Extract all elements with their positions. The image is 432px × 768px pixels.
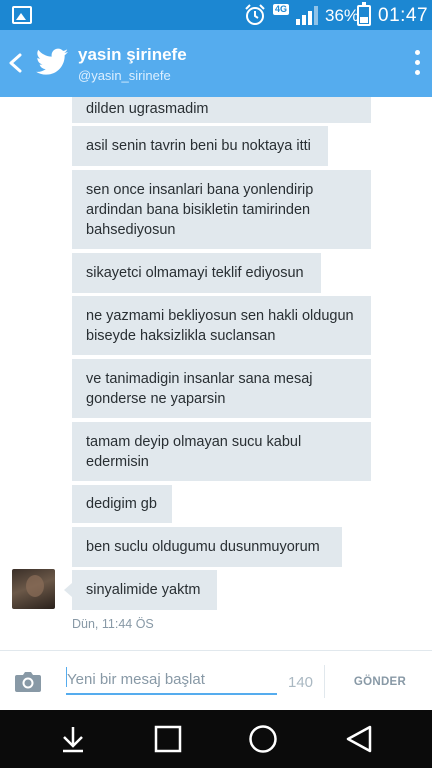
- message-bubble[interactable]: tamam deyip olmayan sucu kabul edermisin: [72, 422, 371, 481]
- camera-icon[interactable]: [14, 669, 42, 693]
- message-text: dilden ugrasmadim: [86, 101, 209, 117]
- message-text: ben suclu oldugumu dusunmuyorum: [86, 539, 320, 555]
- divider: [324, 665, 325, 698]
- message-text: sikayetci olmamayi teklif ediyosun: [86, 265, 304, 281]
- message-text: asil senin tavrin beni bu noktaya itti: [86, 138, 311, 154]
- back-icon[interactable]: [6, 52, 26, 74]
- message-bubble[interactable]: sikayetci olmamayi teklif ediyosun: [72, 253, 321, 293]
- nav-back-icon[interactable]: [344, 724, 374, 754]
- character-counter: 140: [288, 674, 314, 691]
- message-text: dedigim gb: [86, 496, 157, 512]
- contact-handle: @yasin_sirinefe: [78, 68, 171, 83]
- navigation-bar: [0, 710, 432, 768]
- battery-icon: [357, 2, 371, 26]
- status-bar: 4G 36% 01:47: [0, 0, 432, 30]
- text-cursor: [66, 667, 67, 687]
- message-bubble[interactable]: dilden ugrasmadim: [72, 97, 371, 123]
- twitter-bird-icon: [36, 48, 68, 75]
- conversation-header: yasin şirinefe @yasin_sirinefe: [0, 30, 432, 97]
- alarm-icon: [245, 4, 265, 25]
- message-bubble[interactable]: ben suclu oldugumu dusunmuyorum: [72, 527, 342, 567]
- network-type: 4G: [273, 4, 290, 15]
- gallery-icon: [12, 6, 32, 24]
- message-timestamp: Dün, 11:44 ÖS: [72, 617, 154, 631]
- contact-name[interactable]: yasin şirinefe: [78, 45, 187, 65]
- signal-icon: [296, 6, 318, 25]
- send-button[interactable]: GÖNDER: [344, 665, 416, 699]
- message-text: ve tanimadigin insanlar sana mesaj gonde…: [86, 370, 313, 407]
- message-bubble[interactable]: dedigim gb: [72, 485, 172, 523]
- message-thread[interactable]: dilden ugrasmadim asil senin tavrin beni…: [0, 97, 432, 650]
- message-input[interactable]: [66, 661, 277, 695]
- avatar[interactable]: [12, 569, 55, 609]
- message-text: ne yazmami bekliyosun sen hakli oldugun …: [86, 307, 354, 344]
- more-vertical-icon[interactable]: [414, 50, 420, 76]
- message-text: sinyalimide yaktm: [86, 582, 201, 598]
- message-text: sen once insanlari bana yonlendirip ardi…: [86, 181, 314, 238]
- message-bubble[interactable]: asil senin tavrin beni bu noktaya itti: [72, 126, 328, 166]
- bubble-tail: [64, 583, 72, 597]
- message-text: tamam deyip olmayan sucu kabul edermisin: [86, 433, 302, 470]
- nav-notifications-icon[interactable]: [58, 724, 88, 754]
- message-bubble[interactable]: sen once insanlari bana yonlendirip ardi…: [72, 170, 371, 249]
- nav-home-icon[interactable]: [248, 724, 278, 754]
- nav-recents-icon[interactable]: [153, 724, 183, 754]
- compose-bar: 140 GÖNDER: [0, 650, 432, 710]
- message-bubble[interactable]: ne yazmami bekliyosun sen hakli oldugun …: [72, 296, 371, 355]
- message-bubble[interactable]: ve tanimadigin insanlar sana mesaj gonde…: [72, 359, 371, 418]
- message-bubble[interactable]: sinyalimide yaktm: [72, 570, 217, 610]
- battery-percent: 36%: [325, 6, 360, 25]
- clock: 01:47: [378, 5, 429, 26]
